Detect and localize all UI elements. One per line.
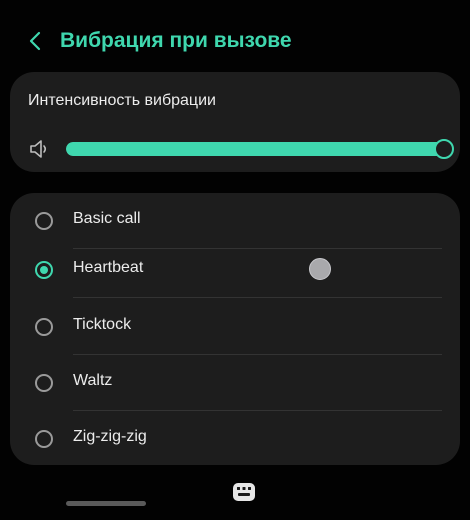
- pattern-label: Heartbeat: [73, 259, 144, 276]
- pattern-item-zig-zig-zig[interactable]: Zig-zig-zig: [10, 411, 460, 467]
- keyboard-icon[interactable]: [230, 478, 258, 506]
- touch-indicator: [309, 258, 331, 280]
- pattern-item-heartbeat[interactable]: Heartbeat: [10, 242, 460, 298]
- slider-track: [66, 142, 444, 156]
- pattern-label: Waltz: [73, 372, 113, 389]
- pattern-list: Basic call Heartbeat Ticktock Waltz Zig-…: [10, 193, 460, 465]
- pattern-item-basic-call[interactable]: Basic call: [10, 193, 460, 249]
- pattern-label: Basic call: [73, 210, 141, 227]
- intensity-slider[interactable]: [66, 138, 454, 160]
- chevron-left-icon: [29, 31, 41, 51]
- page-title: Вибрация при вызове: [60, 29, 292, 52]
- speaker-icon[interactable]: [28, 138, 52, 160]
- radio-button[interactable]: [35, 212, 53, 230]
- slider-thumb[interactable]: [434, 139, 454, 159]
- radio-button[interactable]: [35, 374, 53, 392]
- intensity-label: Интенсивность вибрации: [28, 92, 216, 109]
- navigation-handle[interactable]: [66, 501, 146, 506]
- divider: [73, 297, 442, 298]
- pattern-label: Zig-zig-zig: [73, 428, 147, 445]
- intensity-card: Интенсивность вибрации: [10, 72, 460, 172]
- radio-button[interactable]: [35, 318, 53, 336]
- pattern-label: Ticktock: [73, 316, 132, 333]
- pattern-item-ticktock[interactable]: Ticktock: [10, 299, 460, 355]
- back-button[interactable]: [18, 24, 52, 58]
- radio-button-selected[interactable]: [35, 261, 53, 279]
- slider-fill: [66, 142, 444, 156]
- pattern-item-waltz[interactable]: Waltz: [10, 355, 460, 411]
- header: Вибрация при вызове: [0, 16, 470, 66]
- radio-button[interactable]: [35, 430, 53, 448]
